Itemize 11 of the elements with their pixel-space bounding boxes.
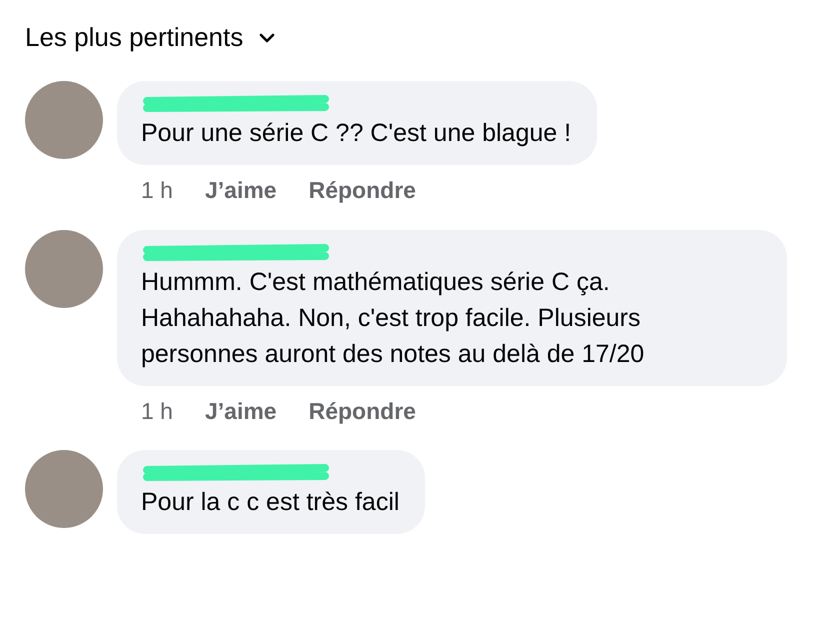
reply-link[interactable]: Répondre <box>308 173 416 208</box>
chevron-down-icon[interactable] <box>259 32 276 42</box>
comment-time: 1 h <box>141 176 173 205</box>
like-link[interactable]: J’aime <box>204 394 277 428</box>
comment-text: Hummm. C'est mathématiques série C ça. Hahahahaha. Non, c'est trop facile. Plusieurs personnes auront des notes au delà de 17/20 <box>141 266 646 370</box>
sort-label[interactable]: Les plus pertinents <box>25 18 244 57</box>
like-link[interactable]: J’aime <box>204 173 277 208</box>
comment-text: Pour une série C ?? C'est une blague ! <box>141 118 572 149</box>
reply-link[interactable]: Répondre <box>308 394 416 428</box>
comment-text: Pour la c c est très facil <box>141 487 400 518</box>
comment-time: 1 h <box>141 396 173 426</box>
